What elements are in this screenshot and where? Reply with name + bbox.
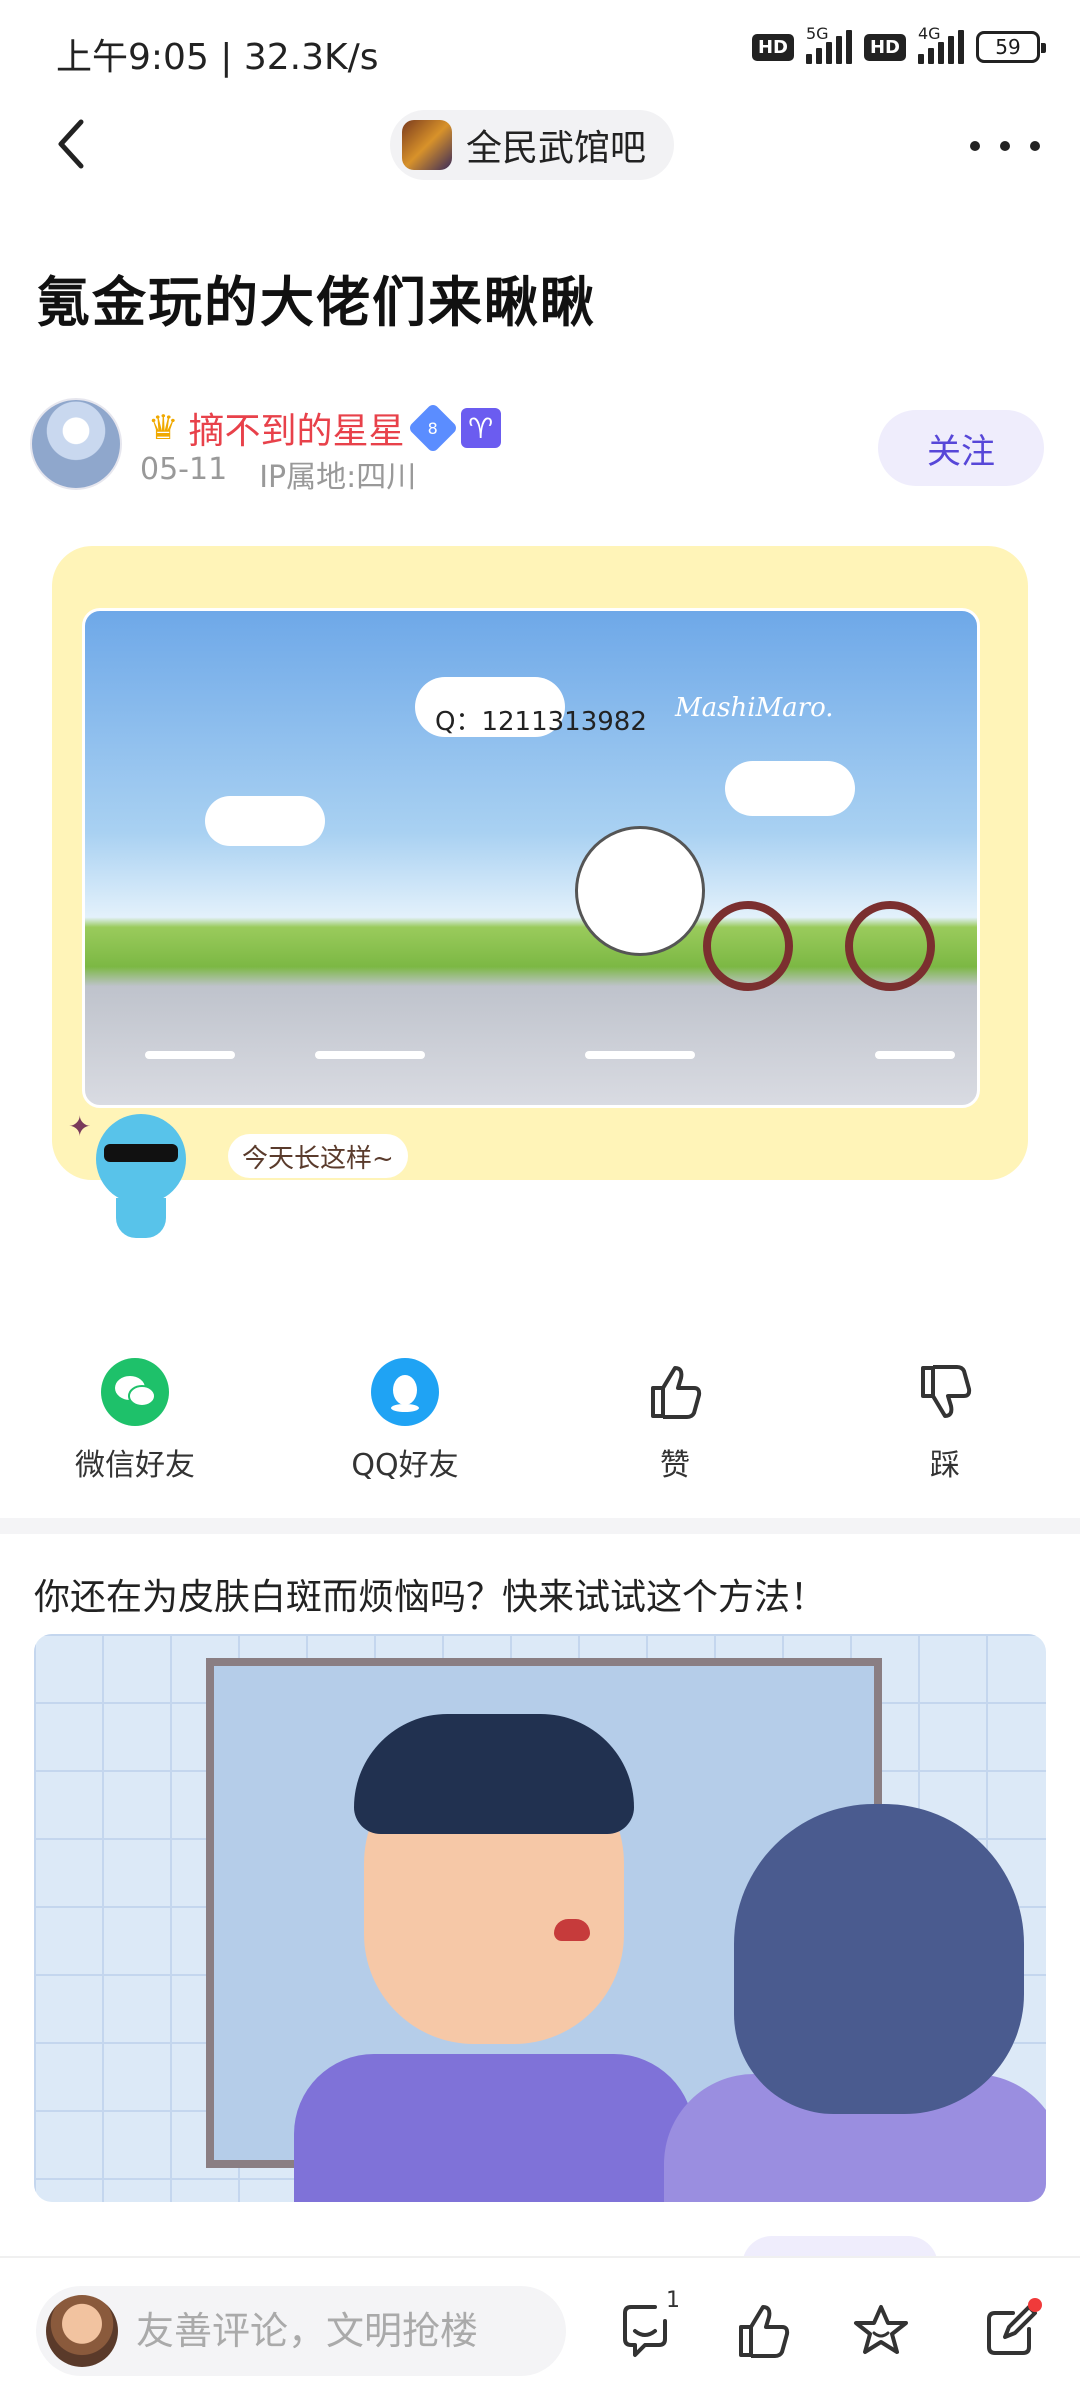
more-options-button[interactable] [970,126,1040,166]
follow-button[interactable]: 关注 [878,410,1044,486]
thumbs-down-icon [911,1358,979,1426]
ad-image[interactable] [34,1634,1046,2202]
cloud-shape [205,796,325,846]
wechat-icon [101,1358,169,1426]
sticker-caption: 今天长这样~ [228,1134,408,1178]
notification-dot [1028,2298,1042,2312]
user-avatar [46,2295,118,2367]
level-number: 8 [427,418,438,438]
status-bar: 上午9:05 | 32.3K/s HD 5G HD 4G 59 [0,0,1080,100]
like-button[interactable]: 赞 [575,1358,775,1484]
image-qq-caption: Q：1211313982 [435,707,647,737]
post-date: 05-11 [140,452,228,487]
aries-icon: ♈ [460,408,501,448]
ad-title[interactable]: 你还在为皮肤白斑而烦恼吗？快来试试这个方法！ [34,1568,826,1620]
person-mouth [554,1919,590,1941]
hd-icon: HD [863,33,906,61]
section-divider [0,1518,1080,1534]
chevron-left-icon [58,119,84,169]
top-nav: 全民武馆吧 [0,100,1080,190]
battery-icon: 59 [976,31,1046,63]
bottom-bar: 1 [0,2256,1080,2400]
back-button[interactable] [40,114,100,174]
hd-icon: HD [751,33,794,61]
post-title: 氪金玩的大佬们来瞅瞅 [36,271,596,334]
comment-box[interactable] [36,2286,566,2376]
favorite-button[interactable] [846,2296,916,2366]
author-avatar[interactable] [30,398,122,490]
ip-location: IP属地:四川 [259,460,417,495]
star-icon [854,2305,908,2354]
bottom-like-button[interactable] [728,2296,798,2366]
comment-count: 1 [666,2288,680,2313]
author-row: ♛ 摘不到的星星 8 ♈ 05-11 IP属地:四川 关注 [0,398,1080,498]
sunglasses-icon [104,1144,178,1162]
post-image-frame: Q：1211313982 MashiMaro. [52,546,1028,1180]
status-icons: HD 5G HD 4G 59 [751,24,1046,64]
thumbs-up-icon [641,1358,709,1426]
bike-wheel [845,901,935,991]
author-name-line: ♛ 摘不到的星星 8 ♈ [148,402,501,454]
like-label: 赞 [660,1448,690,1483]
status-time-speed: 上午9:05 | 32.3K/s [56,37,379,78]
sticker-figure [86,1114,196,1244]
level-badge: 8 [407,402,458,454]
share-wechat-button[interactable]: 微信好友 [35,1358,235,1484]
signal-5g-icon: 5G [805,24,852,64]
forum-name: 全民武馆吧 [466,128,647,169]
signal-4g-icon: 4G [918,24,964,64]
more-dot-icon [1000,141,1010,151]
person-head [734,1804,1024,2114]
road-line [145,1051,235,1059]
more-dot-icon [1030,141,1040,151]
compose-button[interactable] [976,2296,1046,2366]
road-line [585,1051,695,1059]
crown-icon: ♛ [148,408,179,448]
forum-avatar [402,120,452,170]
post-meta: 05-11 IP属地:四川 [140,452,416,496]
wechat-label: 微信好友 [75,1448,195,1483]
rabbit-figure [575,826,705,956]
road-line [875,1051,955,1059]
comment-input[interactable] [136,2309,536,2353]
bike-wheel [703,901,793,991]
author-name[interactable]: 摘不到的星星 [188,402,404,454]
qq-label: QQ好友 [351,1448,459,1483]
action-row: 微信好友 QQ好友 赞 踩 [0,1358,1080,1488]
forum-chip[interactable]: 全民武馆吧 [390,110,675,180]
dislike-label: 踩 [930,1448,960,1483]
image-brand-script: MashiMaro. [675,693,834,723]
share-qq-button[interactable]: QQ好友 [305,1358,505,1484]
dislike-button[interactable]: 踩 [845,1358,1045,1484]
comment-button[interactable]: 1 [610,2288,680,2366]
more-dot-icon [970,141,980,151]
cloud-shape [725,761,855,816]
post-image[interactable]: Q：1211313982 MashiMaro. [82,608,980,1108]
road-line [315,1051,425,1059]
person-reflection-hair [354,1714,634,1834]
qq-icon [371,1358,439,1426]
thumbs-up-icon [739,2305,790,2358]
person-reflection-body [294,2054,694,2202]
